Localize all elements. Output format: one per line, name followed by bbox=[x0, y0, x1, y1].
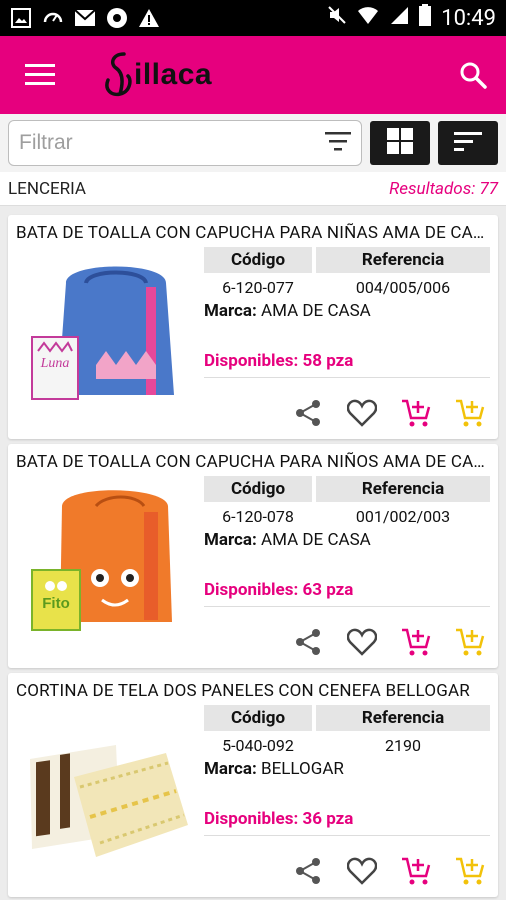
code-header: Código bbox=[204, 247, 312, 273]
product-card[interactable]: BATA DE TOALLA CON CAPUCHA PARA NIÑAS AM… bbox=[8, 215, 498, 439]
add-to-quote-icon[interactable] bbox=[454, 626, 486, 658]
warning-icon bbox=[138, 7, 160, 29]
card-actions bbox=[292, 855, 486, 887]
product-brand: Marca: BELLOGAR bbox=[204, 759, 344, 779]
product-reference: 001/002/003 bbox=[355, 506, 451, 526]
svg-text:Luna: Luna bbox=[40, 356, 70, 371]
speedometer-icon bbox=[42, 7, 64, 29]
product-list: BATA DE TOALLA CON CAPUCHA PARA NIÑAS AM… bbox=[0, 206, 506, 900]
add-to-cart-icon[interactable] bbox=[400, 397, 432, 429]
category-title: LENCERIA bbox=[8, 178, 87, 199]
product-stock: Disponibles: 36 pza bbox=[204, 809, 354, 829]
product-reference: 004/005/006 bbox=[355, 277, 451, 297]
product-image[interactable]: Luna bbox=[16, 247, 196, 407]
app-logo: illaca bbox=[102, 50, 212, 100]
product-title: BATA DE TOALLA CON CAPUCHA PARA NIÑOS AM… bbox=[16, 452, 490, 472]
share-icon[interactable] bbox=[292, 855, 324, 887]
add-to-cart-icon[interactable] bbox=[400, 855, 432, 887]
product-stock: Disponibles: 63 pza bbox=[204, 580, 354, 600]
favorite-icon[interactable] bbox=[346, 855, 378, 887]
add-to-quote-icon[interactable] bbox=[454, 855, 486, 887]
favorite-icon[interactable] bbox=[346, 397, 378, 429]
product-card[interactable]: BATA DE TOALLA CON CAPUCHA PARA NIÑOS AM… bbox=[8, 444, 498, 668]
mail-icon bbox=[74, 7, 96, 29]
logo-mark-icon bbox=[105, 52, 132, 97]
reference-header: Referencia bbox=[316, 476, 490, 502]
filter-bar bbox=[0, 114, 506, 172]
grid-view-icon bbox=[387, 128, 413, 158]
app-bar: illaca bbox=[0, 36, 506, 114]
battery-icon bbox=[419, 4, 432, 32]
sort-icon bbox=[454, 131, 482, 155]
results-count: Resultados: 77 bbox=[389, 178, 498, 199]
filter-field[interactable] bbox=[8, 120, 362, 166]
product-image[interactable]: Fito bbox=[16, 476, 196, 636]
code-header: Código bbox=[204, 705, 312, 731]
filter-input[interactable] bbox=[19, 131, 325, 155]
clock-time: 10:49 bbox=[441, 5, 496, 31]
status-bar: 10:49 bbox=[0, 0, 506, 36]
reference-header: Referencia bbox=[316, 705, 490, 731]
product-brand: Marca: AMA DE CASA bbox=[204, 301, 371, 321]
favorite-icon[interactable] bbox=[346, 626, 378, 658]
menu-icon[interactable] bbox=[24, 59, 56, 91]
section-header: LENCERIA Resultados: 77 bbox=[0, 172, 506, 206]
brand-name: illaca bbox=[134, 58, 213, 91]
wifi-icon bbox=[357, 5, 379, 31]
product-stock: Disponibles: 58 pza bbox=[204, 351, 354, 371]
product-code: 6-120-078 bbox=[222, 506, 294, 526]
svg-text:Fito: Fito bbox=[42, 595, 70, 612]
card-actions bbox=[292, 626, 486, 658]
signal-icon bbox=[389, 5, 409, 31]
media-icon bbox=[106, 7, 128, 29]
product-reference: 2190 bbox=[385, 735, 421, 755]
share-icon[interactable] bbox=[292, 397, 324, 429]
add-to-cart-icon[interactable] bbox=[400, 626, 432, 658]
grid-view-button[interactable] bbox=[370, 121, 430, 165]
product-image[interactable] bbox=[16, 705, 196, 865]
sort-button[interactable] bbox=[438, 121, 498, 165]
reference-header: Referencia bbox=[316, 247, 490, 273]
add-to-quote-icon[interactable] bbox=[454, 397, 486, 429]
card-actions bbox=[292, 397, 486, 429]
mute-icon bbox=[327, 5, 347, 31]
product-brand: Marca: AMA DE CASA bbox=[204, 530, 371, 550]
product-code: 5-040-092 bbox=[222, 735, 294, 755]
product-card[interactable]: CORTINA DE TELA DOS PANELES CON CENEFA B… bbox=[8, 673, 498, 897]
product-code: 6-120-077 bbox=[222, 277, 294, 297]
search-icon[interactable] bbox=[456, 58, 490, 92]
filter-icon[interactable] bbox=[325, 131, 351, 155]
share-icon[interactable] bbox=[292, 626, 324, 658]
product-title: BATA DE TOALLA CON CAPUCHA PARA NIÑAS AM… bbox=[16, 223, 490, 243]
image-notification-icon bbox=[10, 7, 32, 29]
code-header: Código bbox=[204, 476, 312, 502]
product-title: CORTINA DE TELA DOS PANELES CON CENEFA B… bbox=[16, 681, 470, 701]
